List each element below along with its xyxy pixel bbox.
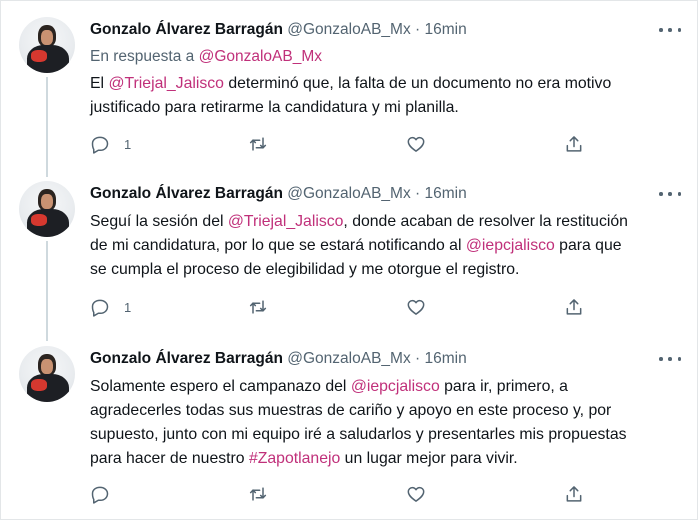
retweet-arrows-icon: [248, 297, 268, 317]
tweet-2[interactable]: Gonzalo Álvarez Barragán @GonzaloAB_Mx ·…: [1, 173, 698, 341]
tweet-time[interactable]: 16min: [425, 21, 467, 38]
heart-icon: [406, 297, 426, 317]
more-dots-icon[interactable]: [659, 23, 681, 37]
text-part: un lugar mejor para vivir.: [340, 450, 518, 467]
text-part: Seguí la sesión del: [90, 213, 228, 230]
text-part: Solamente espero el campanazo del: [90, 378, 351, 395]
retweet-button[interactable]: [248, 295, 268, 319]
author-handle[interactable]: @GonzaloAB_Mx: [287, 21, 410, 38]
tweet-header: Gonzalo Álvarez Barragán @GonzaloAB_Mx ·…: [90, 348, 467, 370]
reply-bubble-icon: [90, 134, 110, 154]
tweet-actions: [90, 482, 690, 506]
share-upload-icon: [564, 134, 584, 154]
retweet-button[interactable]: [248, 132, 268, 156]
retweet-button[interactable]: [248, 482, 268, 506]
tweet-time[interactable]: 16min: [425, 350, 467, 367]
tweet-text: Seguí la sesión del @Triejal_Jalisco, do…: [90, 210, 685, 282]
tweet-header: Gonzalo Álvarez Barragán @GonzaloAB_Mx ·…: [90, 183, 467, 205]
like-button[interactable]: [406, 132, 426, 156]
reply-button[interactable]: 1: [90, 132, 131, 156]
reply-context: En respuesta a @GonzaloAB_Mx: [90, 46, 322, 68]
mention-link[interactable]: @Triejal_Jalisco: [108, 75, 224, 92]
tweet-3[interactable]: Gonzalo Álvarez Barragán @GonzaloAB_Mx ·…: [1, 338, 698, 519]
thread-line: [46, 241, 48, 341]
thread-line: [46, 77, 48, 177]
tweet-text: Solamente espero el campanazo del @iepcj…: [90, 375, 685, 471]
mention-link[interactable]: @Triejal_Jalisco: [228, 213, 344, 230]
tweet-1[interactable]: Gonzalo Álvarez Barragán @GonzaloAB_Mx ·…: [1, 1, 698, 177]
more-dots-icon[interactable]: [659, 352, 681, 366]
hashtag-link[interactable]: #Zapotlanejo: [249, 450, 340, 467]
share-button[interactable]: [564, 132, 584, 156]
reply-to-prefix: En respuesta a: [90, 48, 199, 65]
reply-to-handle[interactable]: @GonzaloAB_Mx: [199, 48, 322, 65]
author-name[interactable]: Gonzalo Álvarez Barragán: [90, 350, 283, 367]
tweet-time[interactable]: 16min: [425, 185, 467, 202]
share-button[interactable]: [564, 295, 584, 319]
reply-bubble-icon: [90, 484, 110, 504]
like-button[interactable]: [406, 482, 426, 506]
retweet-arrows-icon: [248, 484, 268, 504]
tweet-actions: 1: [90, 295, 690, 319]
like-button[interactable]: [406, 295, 426, 319]
text-part: El: [90, 75, 109, 92]
tweet-header: Gonzalo Álvarez Barragán @GonzaloAB_Mx ·…: [90, 19, 467, 41]
share-upload-icon: [564, 297, 584, 317]
reply-count: 1: [124, 136, 132, 152]
heart-icon: [406, 484, 426, 504]
author-handle[interactable]: @GonzaloAB_Mx: [287, 185, 410, 202]
heart-icon: [406, 134, 426, 154]
author-name[interactable]: Gonzalo Álvarez Barragán: [90, 185, 283, 202]
tweet-actions: 1: [90, 132, 690, 156]
share-upload-icon: [564, 484, 584, 504]
avatar[interactable]: [19, 346, 75, 402]
share-button[interactable]: [564, 482, 584, 506]
author-name[interactable]: Gonzalo Álvarez Barragán: [90, 21, 283, 38]
reply-button[interactable]: [90, 482, 124, 506]
author-handle[interactable]: @GonzaloAB_Mx: [287, 350, 410, 367]
tweet-text: El @Triejal_Jalisco determinó que, la fa…: [90, 72, 685, 120]
reply-button[interactable]: 1: [90, 295, 131, 319]
separator-dot: ·: [415, 21, 421, 38]
separator-dot: ·: [415, 350, 421, 367]
more-dots-icon[interactable]: [659, 187, 681, 201]
reply-count: 1: [124, 299, 132, 315]
mention-link[interactable]: @iepcjalisco: [351, 378, 440, 395]
separator-dot: ·: [415, 185, 421, 202]
mention-link[interactable]: @iepcjalisco: [466, 237, 555, 254]
avatar[interactable]: [19, 181, 75, 237]
avatar[interactable]: [19, 17, 75, 73]
tweet-thread: Gonzalo Álvarez Barragán @GonzaloAB_Mx ·…: [0, 0, 698, 520]
retweet-arrows-icon: [248, 134, 268, 154]
reply-bubble-icon: [90, 297, 110, 317]
